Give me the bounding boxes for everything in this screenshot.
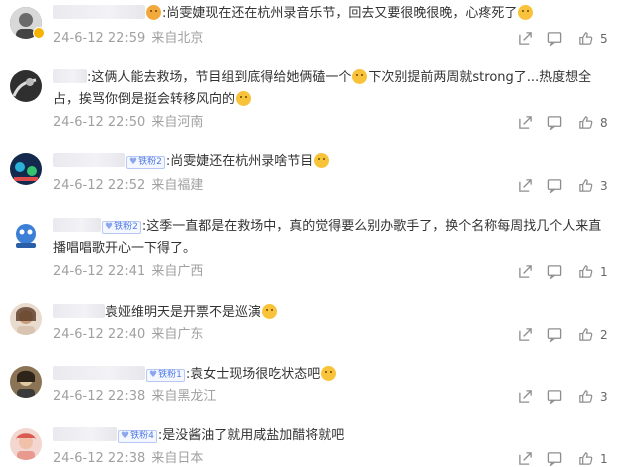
comment-location: 来自黑龙江 [151,389,217,404]
comment-location: 来自北京 [151,31,204,46]
crying-emoji-icon [262,304,278,319]
thinking-emoji-icon [314,153,330,168]
fan-level-badge: ♥铁粉2 [102,221,141,234]
username-blurred[interactable] [53,366,145,380]
thumbs-up-icon[interactable] [578,31,593,47]
comment-date: 24-6-12 22:52 [53,178,146,193]
username-blurred[interactable] [53,153,125,167]
comment-text: 袁娅维明天是开票不是巡演 [53,302,610,324]
share-icon[interactable] [518,31,533,47]
comment-location: 来自福建 [151,178,204,193]
username-blurred[interactable] [53,427,117,441]
comment-icon[interactable] [547,264,562,280]
comment-location: 来自河南 [151,115,204,130]
share-icon[interactable] [518,389,533,405]
comment-body: 袁娅维明天是开票不是巡演 [105,305,262,320]
thumbs-up-icon[interactable] [578,115,593,131]
like-count: 2 [600,328,608,342]
username-blurred[interactable] [53,5,145,19]
comment-list: :尚雯婕现在还在杭州录音乐节，回去又要很晚很晚，心疼死了 24-6-12 22:… [0,0,624,466]
username-blurred[interactable] [53,304,105,318]
comment-actions: 1 [514,451,614,467]
fan-level-badge: ♥铁粉2 [126,156,165,169]
thumbs-up-icon[interactable] [578,389,593,405]
comment-meta: 24-6-12 22:38 来自黑龙江 [53,389,216,405]
like-count: 3 [600,390,608,404]
comment-date: 24-6-12 22:59 [53,31,146,46]
comment-location: 来自广东 [151,327,204,342]
comment-location: 来自广西 [151,264,204,279]
avatar[interactable] [10,366,42,398]
comment-meta: 24-6-12 22:59 来自北京 [53,31,203,47]
fan-crown-icon [146,5,161,20]
comment-meta: 24-6-12 22:38 来自日本 [53,451,203,467]
sad-emoji-icon [518,5,534,20]
comment-text: ♥铁粉2:这季一直都是在救场中，真的觉得要么别办歌手了，换个名称每周找几个人来直… [53,216,610,260]
share-icon[interactable] [518,451,533,467]
comment-text: :这俩人能去救场，节目组到底得给她俩磕一个 下次别提前两周就strong了...热… [53,67,610,111]
comment-text: ♥铁粉4:是没酱油了就用咸盐加醋将就吧 [53,425,610,447]
comment-date: 24-6-12 22:41 [53,264,146,279]
comment-actions: 3 [514,178,614,194]
like-count: 1 [600,265,608,279]
comment-icon[interactable] [547,389,562,405]
emoji-icon [352,69,368,84]
comment-meta: 24-6-12 22:41 来自广西 [53,264,203,280]
like-count: 5 [600,32,608,46]
comment-body: :这俩人能去救场，节目组到底得给她俩磕一个 [87,70,352,85]
comment-text: :尚雯婕现在还在杭州录音乐节，回去又要很晚很晚，心疼死了 [53,3,610,25]
username-blurred[interactable] [53,69,87,83]
fan-level-badge: ♥铁粉1 [146,369,185,382]
avatar[interactable] [10,153,42,185]
comment-body: :袁女士现场很吃状态吧 [185,367,321,382]
thumbs-up-icon[interactable] [578,178,593,194]
share-icon[interactable] [518,178,533,194]
comment-actions: 8 [514,115,614,131]
comment-body: :尚雯婕现在还在杭州录音乐节，回去又要很晚很晚，心疼死了 [162,6,518,21]
comment-actions: 3 [514,389,614,405]
comment-date: 24-6-12 22:40 [53,327,146,342]
fan-level-badge: ♥铁粉4 [118,430,157,443]
avatar[interactable] [10,70,42,102]
comment-text: ♥铁粉1:袁女士现场很吃状态吧 [53,364,610,386]
like-count: 8 [600,116,608,130]
comment-icon[interactable] [547,178,562,194]
thumbs-up-icon[interactable] [578,327,593,343]
comment-location: 来自日本 [151,451,204,466]
comment-date: 24-6-12 22:50 [53,115,146,130]
emoji-icon [236,91,252,106]
thumbs-up-icon[interactable] [578,451,593,467]
share-icon[interactable] [518,327,533,343]
comment-meta: 24-6-12 22:52 来自福建 [53,178,203,194]
comment-body: :是没酱油了就用咸盐加醋将就吧 [157,428,345,443]
like-count: 1 [600,452,608,466]
avatar[interactable] [10,428,42,460]
comment-actions: 1 [514,264,614,280]
comment-date: 24-6-12 22:38 [53,389,146,404]
comment-date: 24-6-12 22:38 [53,451,146,466]
avatar[interactable] [10,303,42,335]
comment-icon[interactable] [547,451,562,467]
like-count: 3 [600,179,608,193]
avatar[interactable] [10,219,42,251]
comment-actions: 2 [514,327,614,343]
username-blurred[interactable] [53,218,101,232]
share-icon[interactable] [518,115,533,131]
comment-body: :尚雯婕还在杭州录啥节目 [165,154,314,169]
comment-meta: 24-6-12 22:40 来自广东 [53,327,203,343]
emoji-icon [321,366,337,381]
comment-actions: 5 [514,31,614,47]
comment-meta: 24-6-12 22:50 来自河南 [53,115,203,131]
verified-badge-icon [33,27,45,39]
comment-icon[interactable] [547,327,562,343]
comment-text: ♥铁粉2:尚雯婕还在杭州录啥节目 [53,151,610,173]
comment-icon[interactable] [547,115,562,131]
thumbs-up-icon[interactable] [578,264,593,280]
comment-icon[interactable] [547,31,562,47]
share-icon[interactable] [518,264,533,280]
